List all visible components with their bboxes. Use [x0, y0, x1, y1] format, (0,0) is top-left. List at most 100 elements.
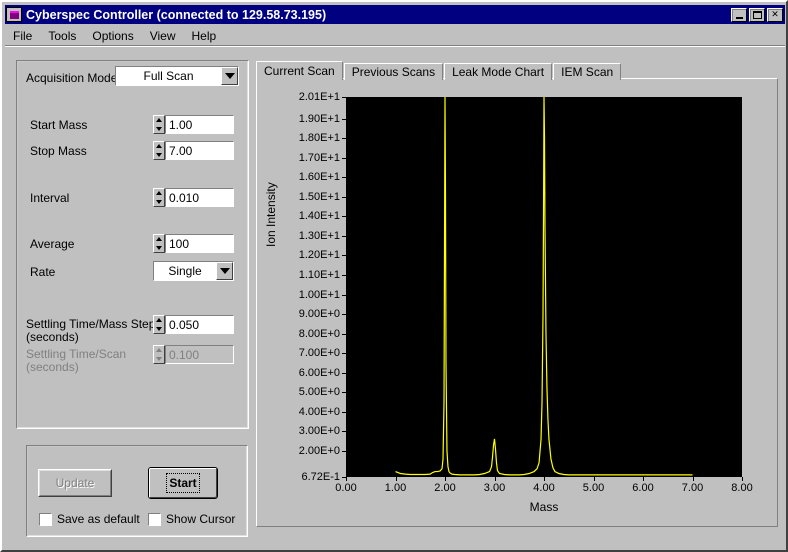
tab-bar: Current Scan Previous Scans Leak Mode Ch… — [256, 61, 622, 80]
x-tick-mark — [346, 477, 347, 481]
y-tick-label: 7.00E+0 — [298, 347, 340, 360]
start-button[interactable]: Start — [148, 467, 218, 499]
y-tick-mark — [342, 97, 346, 98]
x-tick-mark — [544, 477, 545, 481]
y-tick-label: 1.60E+1 — [298, 171, 340, 184]
y-tick-mark — [342, 119, 346, 120]
y-tick-mark — [342, 353, 346, 354]
y-tick-label: 5.00E+0 — [298, 386, 340, 399]
stop-mass-input[interactable]: 7.00 — [165, 141, 234, 160]
start-mass-stepper[interactable]: 1.00 — [153, 115, 234, 134]
acquisition-mode-select[interactable]: Full Scan — [115, 66, 239, 86]
y-tick-label: 8.00E+0 — [298, 327, 340, 340]
y-tick-label: 9.00E+0 — [298, 308, 340, 321]
tab-current-scan[interactable]: Current Scan — [256, 61, 343, 80]
window-title: Cyberspec Controller (connected to 129.5… — [26, 7, 327, 22]
x-tick-label: 2.00 — [434, 482, 456, 494]
spectrum-plot[interactable] — [346, 97, 742, 477]
menu-item-view[interactable]: View — [142, 27, 184, 45]
y-tick-mark — [342, 275, 346, 276]
y-tick-label: 4.00E+0 — [298, 405, 340, 418]
average-input[interactable]: 100 — [165, 234, 234, 253]
chevron-down-icon[interactable] — [221, 67, 238, 85]
x-tick-label: 5.00 — [582, 482, 605, 494]
stop-mass-stepper[interactable]: 7.00 — [153, 141, 234, 160]
settling-mass-step-input[interactable]: 0.050 — [165, 315, 234, 334]
maximize-icon[interactable] — [749, 7, 765, 22]
settling-mass-step-spinner[interactable] — [153, 315, 165, 334]
application-window: Cyberspec Controller (connected to 129.5… — [0, 0, 788, 552]
x-tick-mark — [742, 477, 743, 481]
x-tick-label: 7.00 — [681, 482, 704, 494]
checkbox-box[interactable] — [148, 512, 161, 526]
update-button-label: Update — [55, 476, 95, 490]
stop-mass-spinner[interactable] — [153, 141, 165, 160]
start-mass-label: Start Mass — [30, 118, 88, 132]
save-as-default-label: Save as default — [57, 512, 140, 526]
start-mass-spinner[interactable] — [153, 115, 165, 134]
y-tick-mark — [342, 158, 346, 159]
y-tick-mark — [342, 177, 346, 178]
tab-iem-scan[interactable]: IEM Scan — [553, 63, 622, 80]
x-tick-label: 1.00 — [384, 482, 407, 494]
checkbox-box[interactable] — [39, 512, 52, 526]
x-tick-mark — [495, 477, 496, 481]
menu-item-options[interactable]: Options — [84, 27, 141, 45]
close-icon[interactable]: ✕ — [767, 7, 783, 22]
menu-item-tools[interactable]: Tools — [40, 27, 84, 45]
y-tick-label: 1.00E+1 — [298, 288, 340, 301]
interval-label: Interval — [30, 191, 70, 205]
tab-leak-mode-chart[interactable]: Leak Mode Chart — [444, 63, 553, 80]
show-cursor-label: Show Cursor — [166, 512, 236, 526]
average-stepper[interactable]: 100 — [153, 234, 234, 253]
menu-bar: File Tools Options View Help — [5, 26, 785, 45]
settling-scan-input: 0.100 — [165, 345, 234, 364]
interval-input[interactable]: 0.010 — [165, 188, 234, 207]
stop-mass-label: Stop Mass — [30, 144, 87, 158]
y-tick-label: 1.10E+1 — [298, 268, 340, 281]
app-icon — [6, 7, 22, 22]
menu-item-file[interactable]: File — [5, 27, 40, 45]
y-tick-mark — [342, 412, 346, 413]
settling-mass-step-stepper[interactable]: 0.050 — [153, 315, 234, 334]
y-tick-label: 1.50E+1 — [298, 190, 340, 203]
y-tick-mark — [342, 334, 346, 335]
y-tick-label: 2.00E+0 — [298, 445, 340, 458]
average-spinner[interactable] — [153, 234, 165, 253]
acquisition-mode-label: Acquisition Mode — [26, 71, 118, 85]
title-bar: Cyberspec Controller (connected to 129.5… — [5, 5, 785, 24]
x-tick-mark — [643, 477, 644, 481]
x-axis-title: Mass — [529, 500, 559, 514]
y-tick-label: 1.30E+1 — [298, 229, 340, 242]
y-tick-mark — [342, 236, 346, 237]
y-tick-mark — [342, 197, 346, 198]
y-tick-label: 2.01E+1 — [298, 91, 340, 103]
y-tick-label: 1.80E+1 — [298, 132, 340, 145]
y-tick-label: 1.40E+1 — [298, 210, 340, 223]
x-tick-mark — [594, 477, 595, 481]
tab-previous-scans[interactable]: Previous Scans — [343, 63, 444, 80]
y-tick-mark — [342, 431, 346, 432]
x-tick-label: 3.00 — [483, 482, 506, 494]
y-tick-label: 6.72E-1 — [301, 471, 340, 483]
start-mass-input[interactable]: 1.00 — [165, 115, 234, 134]
y-tick-label: 3.00E+0 — [298, 425, 340, 438]
settling-mass-step-label-line2: (seconds) — [26, 330, 79, 344]
y-axis-title: Ion Intensity — [264, 182, 278, 247]
save-as-default-checkbox[interactable]: Save as default — [39, 512, 140, 526]
spectrum-trace-svg — [346, 97, 742, 477]
window-controls: ✕ — [731, 7, 783, 22]
x-tick-label: 8.00 — [731, 482, 753, 494]
minimize-icon[interactable] — [731, 7, 747, 22]
update-button: Update — [38, 469, 112, 497]
menu-item-help[interactable]: Help — [184, 27, 225, 45]
rate-select[interactable]: Single — [153, 261, 234, 281]
interval-stepper[interactable]: 0.010 — [153, 188, 234, 207]
chevron-down-icon[interactable] — [216, 262, 233, 280]
settling-scan-stepper: 0.100 — [153, 345, 234, 364]
x-tick-label: 6.00 — [632, 482, 654, 494]
show-cursor-checkbox[interactable]: Show Cursor — [148, 512, 235, 526]
y-tick-label: 6.00E+0 — [298, 366, 340, 379]
rate-label: Rate — [30, 265, 56, 279]
interval-spinner[interactable] — [153, 188, 165, 207]
